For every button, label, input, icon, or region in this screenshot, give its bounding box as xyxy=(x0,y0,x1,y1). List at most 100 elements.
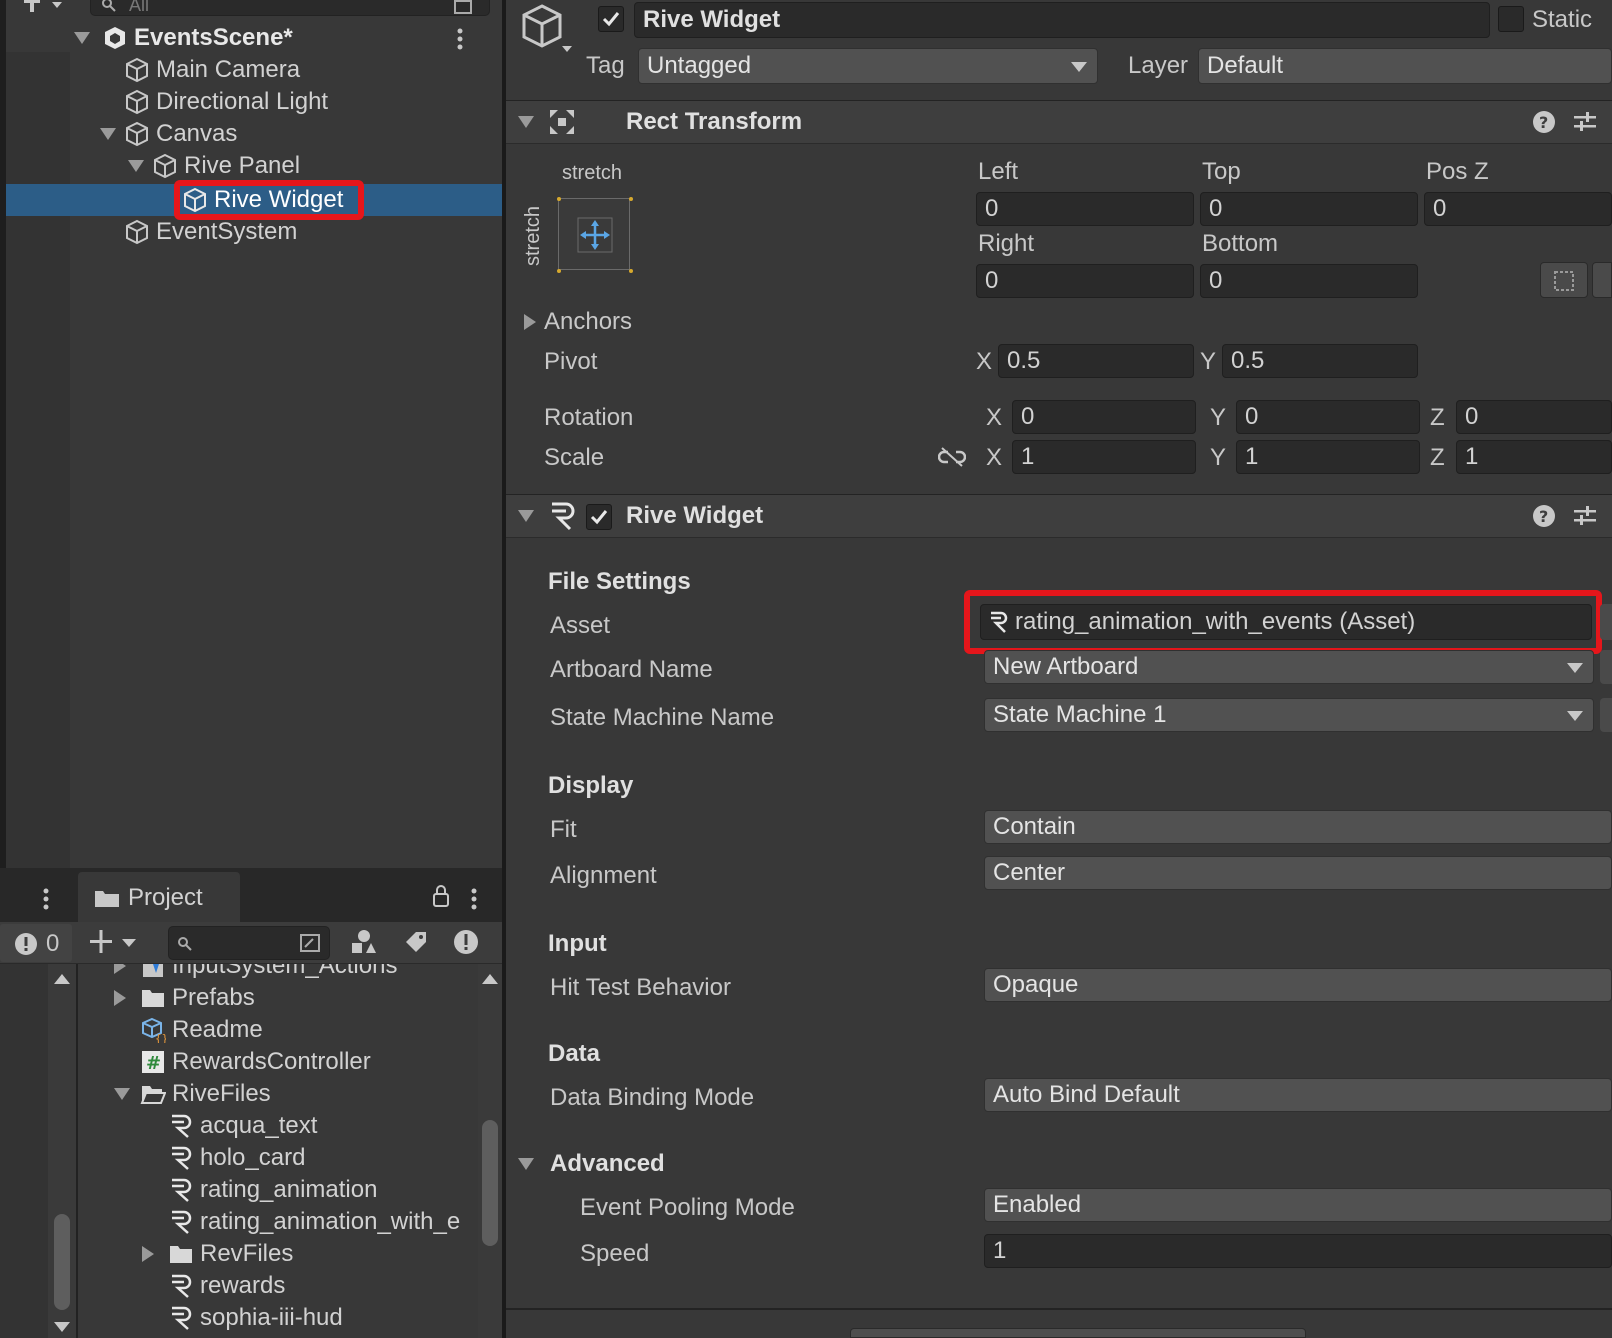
hierarchy-item-rive-widget[interactable]: Rive Widget xyxy=(182,184,362,216)
scrollbar-thumb[interactable] xyxy=(482,1120,498,1246)
data-binding-dropdown[interactable]: Auto Bind Default xyxy=(984,1078,1612,1112)
right-field[interactable]: 0 xyxy=(976,264,1194,298)
scale-z-label[interactable]: Z xyxy=(1430,444,1445,472)
add-component-button[interactable] xyxy=(850,1328,1306,1338)
rotation-x-label[interactable]: X xyxy=(986,404,1002,432)
filter-by-label-icon[interactable] xyxy=(402,930,428,954)
more-options-icon[interactable] xyxy=(470,888,478,910)
hierarchy-item-eventsystem[interactable]: EventSystem xyxy=(124,216,502,248)
list-item[interactable]: Prefabs xyxy=(114,982,474,1014)
create-asset-button[interactable] xyxy=(84,928,144,958)
event-pooling-dropdown[interactable]: Enabled xyxy=(984,1188,1612,1222)
list-item[interactable]: RevFiles xyxy=(142,1238,474,1270)
expand-arrow-icon[interactable] xyxy=(74,32,90,44)
more-options-icon[interactable] xyxy=(456,28,464,50)
list-item[interactable]: sophia-iii-hud xyxy=(168,1302,474,1334)
hierarchy-item-main-camera[interactable]: Main Camera xyxy=(124,54,502,86)
list-item[interactable]: RiveFiles xyxy=(114,1078,474,1110)
tag-dropdown[interactable]: Untagged xyxy=(638,48,1098,84)
asset-field[interactable]: rating_animation_with_events (Asset) xyxy=(980,604,1592,640)
rotation-y-label[interactable]: Y xyxy=(1210,404,1226,432)
component-settings-icon[interactable] xyxy=(1572,504,1598,528)
expand-arrow-icon[interactable] xyxy=(114,1088,130,1100)
list-item[interactable]: InputSystem_Actions xyxy=(114,964,474,982)
hierarchy-item-rive-panel[interactable]: Rive Panel xyxy=(128,150,502,182)
project-search-input[interactable] xyxy=(168,926,330,960)
list-item[interactable]: acqua_text xyxy=(168,1110,474,1142)
rotation-x-field[interactable]: 0 xyxy=(1012,400,1196,434)
left-field[interactable]: 0 xyxy=(976,192,1194,226)
state-machine-dropdown[interactable]: State Machine 1 xyxy=(984,698,1594,732)
expand-arrow-icon[interactable] xyxy=(128,160,144,172)
create-dropdown-button[interactable] xyxy=(18,0,70,16)
hierarchy-search-input[interactable]: All xyxy=(90,0,490,16)
expand-arrow-icon[interactable] xyxy=(142,1246,154,1262)
unlink-icon[interactable] xyxy=(938,446,966,468)
anchors-label[interactable]: Anchors xyxy=(544,308,632,336)
help-icon[interactable]: ? xyxy=(1532,504,1556,528)
tab-project[interactable]: Project xyxy=(78,872,240,922)
state-machine-extra-button[interactable] xyxy=(1600,698,1612,732)
search-options-icon[interactable] xyxy=(299,933,323,955)
rive-widget-enabled-checkbox[interactable] xyxy=(586,504,612,530)
expand-arrow-icon[interactable] xyxy=(114,990,126,1006)
help-icon[interactable]: ? xyxy=(1532,110,1556,134)
list-item[interactable]: {} Readme xyxy=(140,1014,474,1046)
alignment-dropdown[interactable]: Center xyxy=(984,856,1612,890)
scale-z-field[interactable]: 1 xyxy=(1456,440,1612,474)
layer-dropdown[interactable]: Default xyxy=(1198,48,1612,84)
list-item[interactable]: holo_card xyxy=(168,1142,474,1174)
anchor-preset-button[interactable] xyxy=(557,197,633,273)
blueprint-mode-button[interactable] xyxy=(1540,262,1588,298)
pivot-y-field[interactable]: 0.5 xyxy=(1222,344,1418,378)
scale-y-label[interactable]: Y xyxy=(1210,444,1226,472)
collapse-arrow-icon[interactable] xyxy=(518,1158,534,1170)
pivot-x-field[interactable]: 0.5 xyxy=(998,344,1194,378)
expand-arrow-icon[interactable] xyxy=(100,128,116,140)
pivot-x-label[interactable]: X xyxy=(976,348,992,376)
list-item[interactable]: rewards xyxy=(168,1270,474,1302)
asset-list-scrollbar[interactable] xyxy=(478,964,502,1338)
hit-test-dropdown[interactable]: Opaque xyxy=(984,968,1612,1002)
static-checkbox[interactable] xyxy=(1498,6,1524,32)
asset-picker-button[interactable] xyxy=(1600,604,1612,640)
console-count-badge[interactable]: 0 xyxy=(0,924,72,962)
hierarchy-item-canvas[interactable]: Canvas xyxy=(100,118,502,150)
more-options-icon[interactable] xyxy=(42,888,50,910)
list-item[interactable]: rating_animation_with_e xyxy=(168,1206,474,1238)
rotation-z-label[interactable]: Z xyxy=(1430,404,1445,432)
warning-filter-icon[interactable] xyxy=(452,928,480,956)
rotation-y-field[interactable]: 0 xyxy=(1236,400,1420,434)
scale-y-field[interactable]: 1 xyxy=(1236,440,1420,474)
component-settings-icon[interactable] xyxy=(1572,110,1598,134)
filter-by-type-icon[interactable] xyxy=(350,928,378,956)
fit-dropdown[interactable]: Contain xyxy=(984,810,1612,844)
folder-tree-scrollbar[interactable] xyxy=(48,964,78,1338)
scrollbar-thumb[interactable] xyxy=(54,1214,70,1310)
scene-row[interactable]: EventsScene* xyxy=(70,22,502,54)
pivot-y-label[interactable]: Y xyxy=(1200,348,1216,376)
list-item[interactable]: # RewardsController xyxy=(140,1046,474,1078)
raw-edit-button[interactable] xyxy=(1592,262,1612,298)
posz-field[interactable]: 0 xyxy=(1424,192,1612,226)
advanced-heading[interactable]: Advanced xyxy=(550,1150,665,1178)
artboard-extra-button[interactable] xyxy=(1600,650,1612,684)
speed-field[interactable]: 1 xyxy=(984,1234,1612,1268)
scale-x-field[interactable]: 1 xyxy=(1012,440,1196,474)
expand-arrow-icon[interactable] xyxy=(114,964,126,974)
expand-arrow-icon[interactable] xyxy=(524,314,536,330)
collapse-arrow-icon[interactable] xyxy=(518,510,534,522)
collapse-arrow-icon[interactable] xyxy=(518,116,534,128)
hierarchy-item-directional-light[interactable]: Directional Light xyxy=(124,86,502,118)
scale-x-label[interactable]: X xyxy=(986,444,1002,472)
object-name-field[interactable]: Rive Widget xyxy=(634,2,1490,38)
artboard-dropdown[interactable]: New Artboard xyxy=(984,650,1594,684)
active-checkbox[interactable] xyxy=(598,6,624,32)
list-item[interactable]: rating_animation xyxy=(168,1174,474,1206)
lock-icon[interactable] xyxy=(432,884,450,908)
scroll-up-icon[interactable] xyxy=(482,974,498,984)
scroll-down-icon[interactable] xyxy=(54,1322,70,1332)
top-field[interactable]: 0 xyxy=(1200,192,1418,226)
scroll-up-icon[interactable] xyxy=(54,974,70,984)
bottom-field[interactable]: 0 xyxy=(1200,264,1418,298)
